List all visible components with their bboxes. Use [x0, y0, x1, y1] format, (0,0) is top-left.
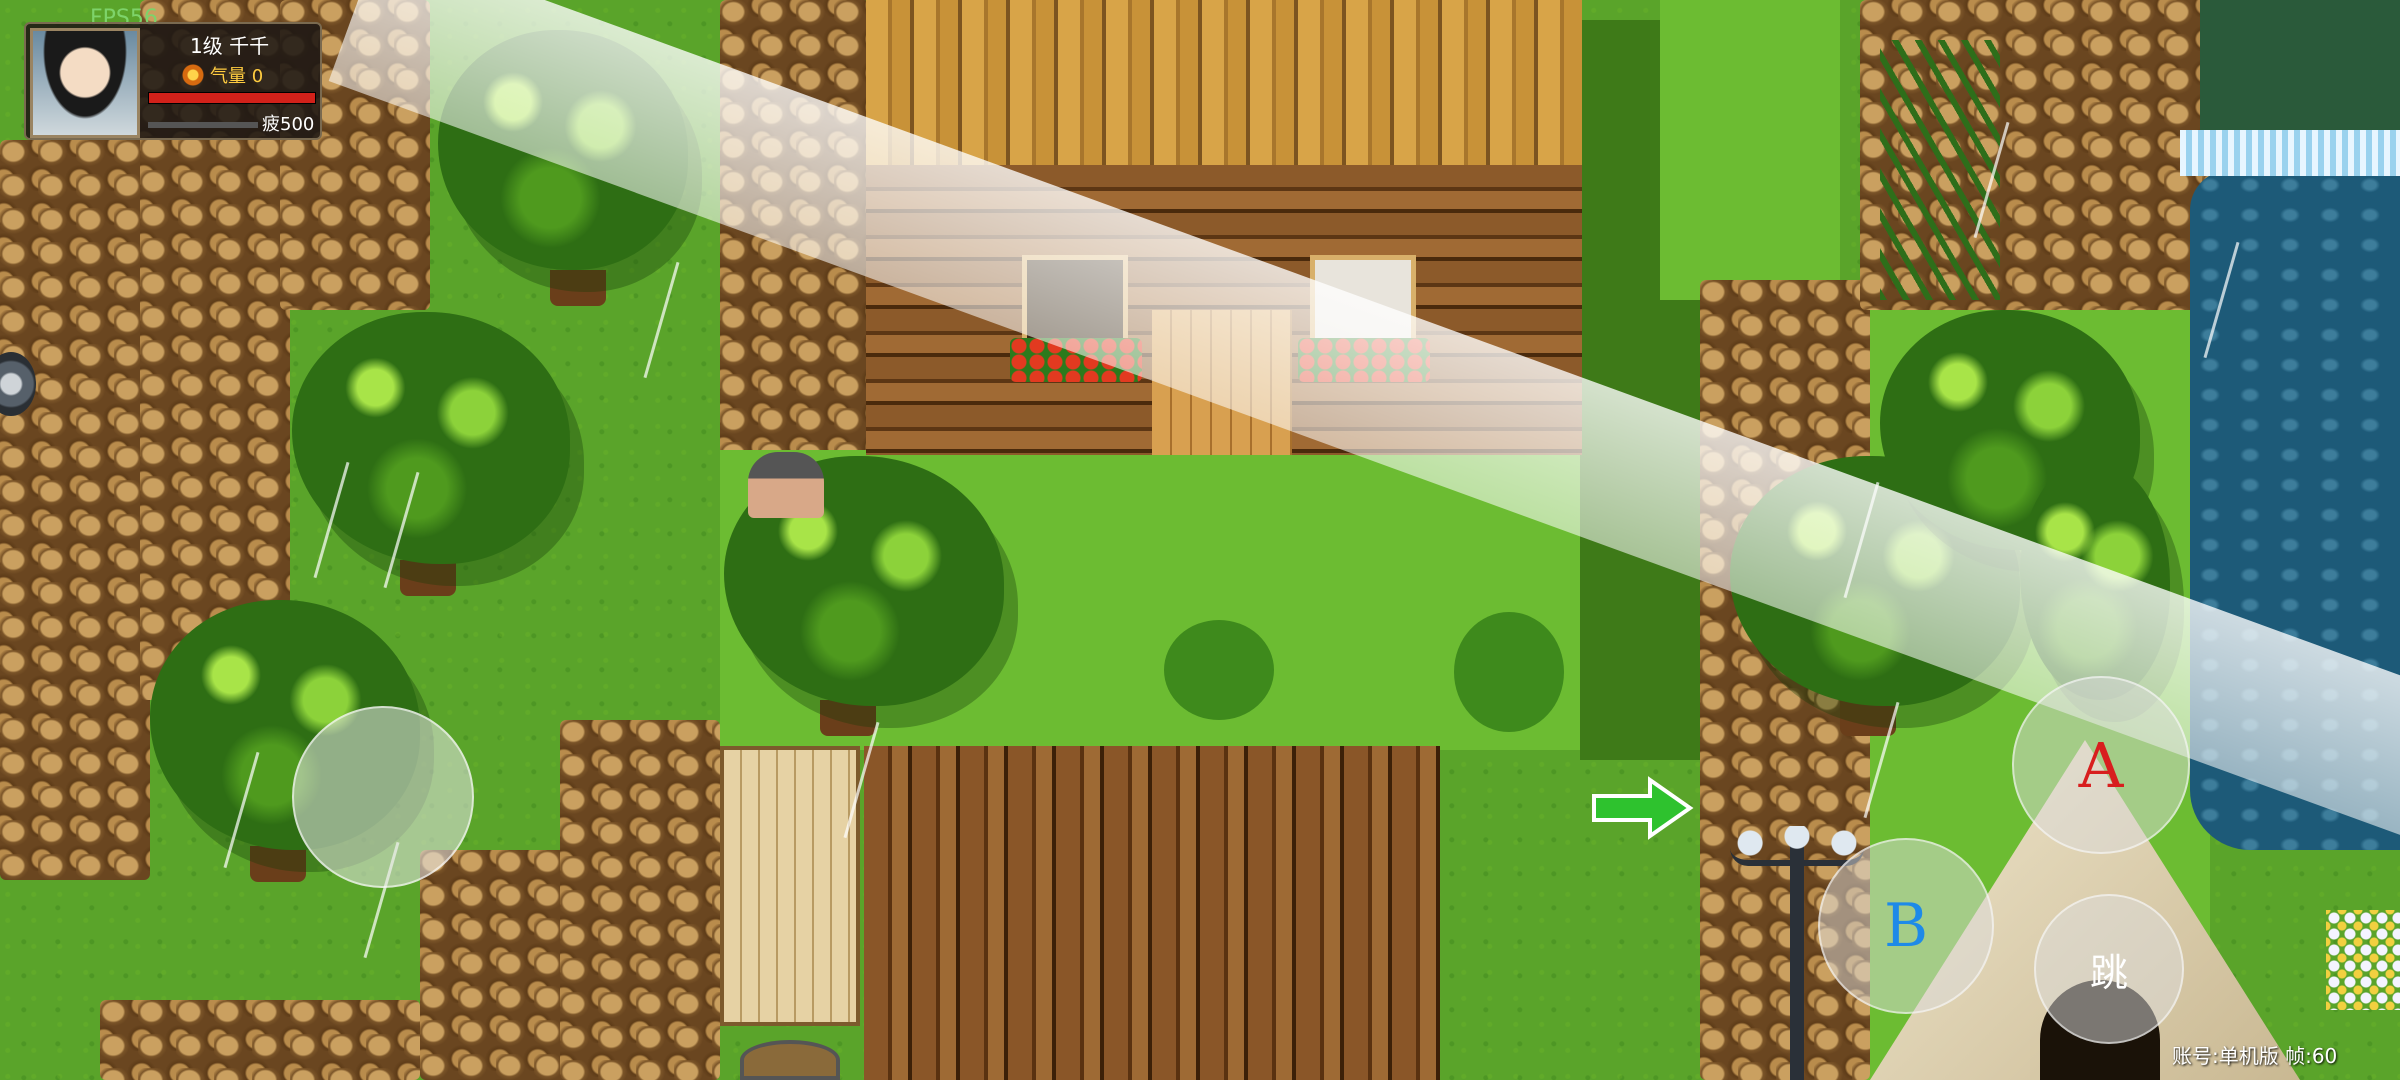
virtual-joystick[interactable]: [292, 706, 474, 888]
cliff-bottom-left: [100, 1000, 420, 1080]
avatar[interactable]: [30, 28, 140, 138]
cliff-center-column: [720, 0, 870, 460]
lamp-post-head: [1730, 826, 1864, 866]
barrel[interactable]: [740, 1040, 840, 1080]
b-button[interactable]: B: [1818, 838, 1994, 1014]
tree-trunk: [250, 846, 306, 882]
storage-shed: [864, 746, 1440, 1080]
grass-top-right: [1660, 0, 1840, 300]
waterfall: [2180, 130, 2400, 176]
tree-trunk: [550, 270, 606, 306]
cliff-left: [0, 140, 150, 880]
flower-box-right: [1298, 338, 1430, 382]
hp-bar: [148, 92, 316, 104]
player-character[interactable]: [748, 452, 824, 518]
forest-background: [2200, 0, 2400, 130]
wooden-crate[interactable]: [720, 746, 860, 1026]
cabin-door[interactable]: [1152, 310, 1292, 455]
vines: [1880, 40, 2000, 300]
right-arrow-icon[interactable]: [1590, 776, 1694, 840]
tree-top-left: [438, 30, 688, 270]
bush: [1164, 620, 1274, 720]
rain-streak: [643, 261, 680, 379]
level-and-name: 1级 千千: [190, 34, 270, 58]
hp-fill: [149, 93, 315, 103]
fatigue-bar: [148, 122, 258, 128]
a-button[interactable]: A: [2012, 676, 2190, 854]
jump-button[interactable]: 跳: [2034, 894, 2184, 1044]
qi-value: 气量 0: [210, 66, 264, 87]
flowers: [2326, 910, 2400, 1010]
cabin-window-left: [1022, 255, 1128, 345]
cliff-mid-vertical: [560, 720, 720, 1080]
lamp-post-icon: [1790, 830, 1804, 1080]
qi-icon: [182, 64, 204, 86]
fatigue-value: 疲500: [262, 114, 315, 135]
tree-trunk: [400, 560, 456, 596]
account-info: 账号:单机版 帧:60: [2172, 1044, 2338, 1068]
pond: [2190, 170, 2400, 850]
cabin-roof: [866, 0, 1582, 165]
game-viewport[interactable]: [0, 0, 2400, 1080]
bush: [1454, 612, 1564, 732]
player-status-panel[interactable]: 1级 千千 气量 0 疲500: [24, 22, 322, 140]
flower-box-left: [1010, 338, 1142, 382]
cabin-window-right: [1310, 255, 1416, 345]
tree-mid-left: [292, 312, 570, 564]
